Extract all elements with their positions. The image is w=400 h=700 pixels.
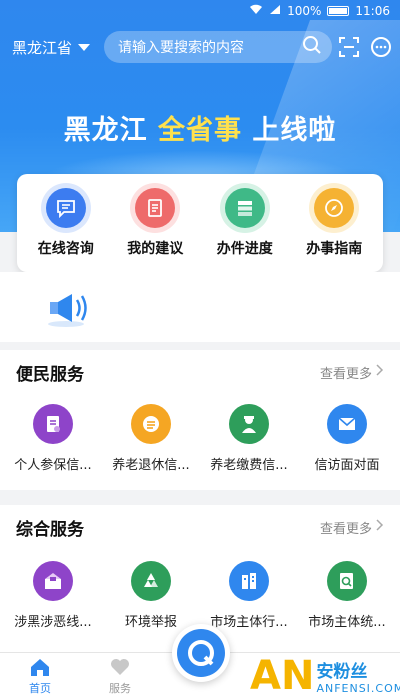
quick-action-label: 办件进度 <box>216 241 273 257</box>
service-label: 信访面对面 <box>314 458 380 473</box>
banner-part1: 黑龙江 <box>63 115 158 146</box>
service-label: 涉黑涉恶线... <box>14 615 92 630</box>
wifi-icon <box>249 4 263 18</box>
service-item-retirement-info[interactable]: 养老退休信... <box>104 404 198 473</box>
retirement-icon <box>131 404 171 444</box>
section-title: 便民服务 <box>16 364 84 385</box>
building-icon <box>229 561 269 601</box>
chat-icon <box>45 188 86 228</box>
quick-action-my-suggestions[interactable]: 我的建议 <box>115 188 195 258</box>
service-item-environment-report[interactable]: 环境举报 <box>104 561 198 630</box>
view-more-label: 查看更多 <box>319 366 372 382</box>
message-icon[interactable] <box>370 36 392 58</box>
search-placeholder: 请输入要搜索的内容 <box>118 40 245 56</box>
service-label: 市场主体统... <box>308 615 386 630</box>
banner-part2: 上线啦 <box>242 115 337 146</box>
tab-label: 首页 <box>29 682 51 695</box>
service-label: 养老缴费信... <box>210 458 288 473</box>
chevron-right-icon <box>376 519 384 535</box>
report-box-icon <box>33 561 73 601</box>
watermark-cn: 安粉丝 <box>316 662 368 682</box>
service-item-market-entity-admin[interactable]: 市场主体行... <box>202 561 296 630</box>
banner-slogan[interactable]: 黑龙江 全省事 上线啦 <box>0 108 400 147</box>
tab-service[interactable]: 服务 <box>80 653 160 700</box>
view-more-label: 查看更多 <box>319 521 372 537</box>
watermark-logo: AN <box>250 653 315 699</box>
quick-action-progress[interactable]: 办件进度 <box>205 188 285 258</box>
banner-highlight: 全省事 <box>158 115 242 146</box>
service-label: 市场主体行... <box>210 615 288 630</box>
tab-label: 服务 <box>109 682 131 695</box>
megaphone-icon <box>44 288 94 332</box>
quick-action-online-consult[interactable]: 在线咨询 <box>26 188 106 258</box>
view-more-link[interactable]: 查看更多 <box>320 363 384 382</box>
progress-icon <box>224 188 265 228</box>
view-more-link[interactable]: 查看更多 <box>320 518 384 537</box>
top-bar: 黑龙江省 请输入要搜索的内容 <box>0 30 400 64</box>
region-label: 黑龙江省 <box>12 38 73 57</box>
recycle-icon <box>131 561 171 601</box>
scan-icon[interactable] <box>338 36 360 58</box>
mail-icon <box>327 404 367 444</box>
compass-icon <box>314 188 355 228</box>
service-label: 养老退休信... <box>112 458 190 473</box>
signal-icon <box>269 4 281 18</box>
elderly-icon <box>229 404 269 444</box>
quick-action-label: 在线咨询 <box>37 241 94 257</box>
quick-action-label: 办事指南 <box>306 241 363 257</box>
app-logo-icon <box>177 629 225 677</box>
service-label: 个人参保信... <box>14 458 92 473</box>
clock: 11:06 <box>355 4 390 18</box>
announcement-bar[interactable] <box>0 272 400 342</box>
quick-action-guide[interactable]: 办事指南 <box>294 188 374 258</box>
search-bar[interactable]: 请输入要搜索的内容 <box>104 31 333 63</box>
site-watermark: AN 安粉丝 ANFENSI.COM <box>250 652 400 700</box>
service-item-market-entity-stats[interactable]: 市场主体统... <box>300 561 394 630</box>
region-selector[interactable]: 黑龙江省 <box>12 37 91 58</box>
search-icon[interactable] <box>302 35 322 59</box>
tab-home[interactable]: 首页 <box>0 653 80 700</box>
document-icon <box>135 188 176 228</box>
home-icon <box>29 657 51 680</box>
center-action-button[interactable] <box>172 624 230 682</box>
status-bar: 100% 11:06 <box>0 0 400 22</box>
search-doc-icon <box>327 561 367 601</box>
battery-icon <box>327 6 350 16</box>
section-title: 综合服务 <box>16 519 84 540</box>
chevron-down-icon <box>78 43 91 51</box>
heart-icon <box>109 657 131 680</box>
service-label: 环境举报 <box>124 615 177 630</box>
chevron-right-icon <box>376 364 384 380</box>
insurance-doc-icon <box>33 404 73 444</box>
convenience-services-section: 便民服务 查看更多 个人参保信... 养老退休信... 养老缴费信... 信访面… <box>0 350 400 490</box>
service-item-petition[interactable]: 信访面对面 <box>300 404 394 473</box>
quick-actions-card: 在线咨询 我的建议 办件进度 办事指南 <box>17 174 383 272</box>
service-item-pension-payment[interactable]: 养老缴费信... <box>202 404 296 473</box>
service-item-anti-crime-report[interactable]: 涉黑涉恶线... <box>6 561 100 630</box>
battery-percent: 100% <box>287 4 322 18</box>
watermark-en: ANFENSI.COM <box>316 682 400 695</box>
quick-action-label: 我的建议 <box>127 241 184 257</box>
service-item-insurance-info[interactable]: 个人参保信... <box>6 404 100 473</box>
